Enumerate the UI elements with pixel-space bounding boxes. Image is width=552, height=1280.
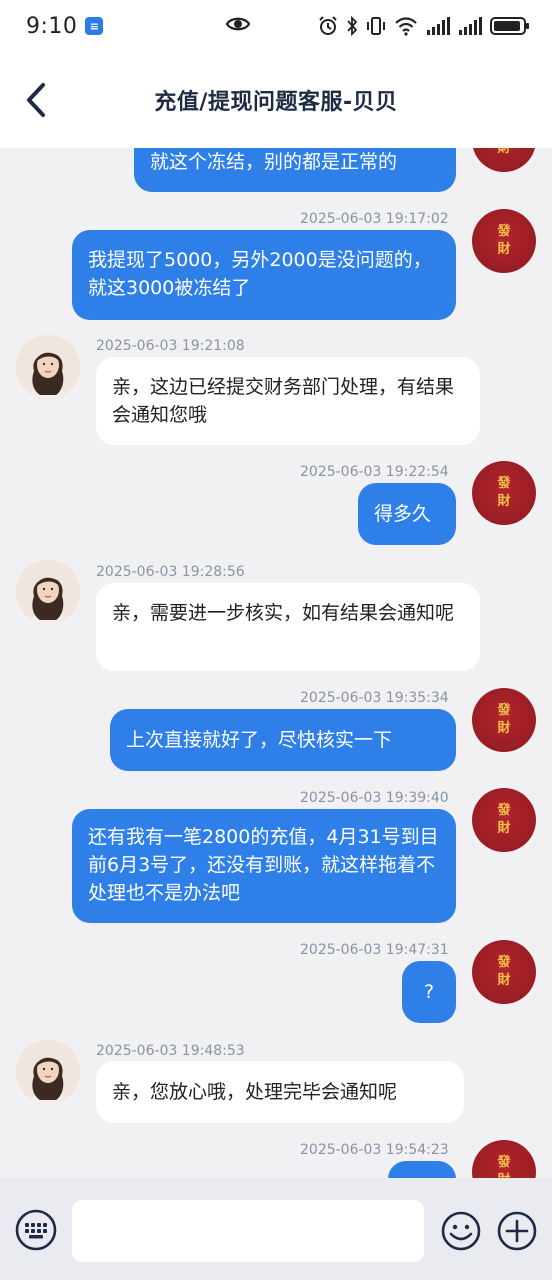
keyboard-icon [15,1209,57,1251]
user-avatar[interactable]: 發 財 [472,688,536,752]
alarm-icon [319,16,337,35]
more-options-button[interactable] [496,1210,538,1252]
chat-header: 充值/提现问题客服-贝贝 [0,52,552,148]
agent-portrait-image [16,560,80,624]
message-input-bar [0,1178,552,1280]
user-avatar[interactable]: 發 財 [472,209,536,273]
back-button[interactable] [16,80,56,120]
message-bubble-outgoing[interactable]: ? [402,961,456,1023]
signal-icon [427,17,450,35]
message-bubble-outgoing[interactable]: 就这个冻结，别的都是正常的 [134,148,456,192]
battery-icon [490,17,529,35]
message-timestamp: 2025-06-03 19:39:40 [300,790,449,806]
user-avatar[interactable]: 發 財 [472,940,536,1004]
bluetooth-icon [347,16,358,36]
eye-icon [225,17,251,31]
agent-avatar[interactable] [16,1040,80,1104]
message-timestamp: 2025-06-03 19:35:34 [300,690,449,706]
message-timestamp: 2025-06-03 19:47:31 [300,942,449,958]
vibrate-icon [367,17,385,35]
agent-portrait-image [16,335,80,399]
chat-title: 充值/提现问题客服-贝贝 [154,90,398,115]
agent-avatar[interactable] [16,560,80,624]
message-bubble-outgoing[interactable]: 上次直接就好了，尽快核实一下 [110,709,456,771]
status-icons [318,16,530,36]
message-bubble-incoming[interactable]: 亲，需要进一步核实，如有结果会通知呢 [96,583,480,671]
message-timestamp: 2025-06-03 19:54:23 [300,1142,449,1158]
message-timestamp: 2025-06-03 19:22:54 [300,464,449,480]
emoji-button[interactable] [440,1210,482,1252]
app-notification-icon: ≡ [85,17,104,35]
chat-message-list[interactable]: 就这个冻结，别的都是正常的 發 財 2025-06-03 19:17:02 我提… [0,148,552,1178]
user-avatar[interactable]: 發 財 [472,1140,536,1178]
message-input[interactable] [72,1200,424,1262]
user-avatar[interactable]: 發 財 [472,788,536,852]
status-bar: 9:10 ≡ [0,0,552,52]
message-timestamp: 2025-06-03 19:28:56 [96,564,245,580]
user-avatar[interactable]: 發 財 [472,461,536,525]
status-time: 9:10 [26,13,78,39]
agent-portrait-image [16,1040,80,1104]
message-timestamp: 2025-06-03 19:17:02 [300,211,449,227]
message-bubble-outgoing[interactable] [388,1161,456,1178]
chevron-left-icon [27,83,45,117]
message-timestamp: 2025-06-03 19:21:08 [96,338,245,354]
user-avatar[interactable]: 發 財 [472,148,536,172]
message-bubble-outgoing[interactable]: 得多久 [358,483,456,545]
message-bubble-outgoing[interactable]: 我提现了5000，另外2000是没问题的，就这3000被冻结了 [72,230,456,320]
agent-avatar[interactable] [16,335,80,399]
signal-icon [459,17,482,35]
message-bubble-incoming[interactable]: 亲，这边已经提交财务部门处理，有结果会通知您哦 [96,357,480,445]
message-bubble-incoming[interactable]: 亲，您放心哦，处理完毕会通知呢 [96,1061,464,1123]
plus-icon [497,1211,537,1251]
wifi-icon [395,17,417,36]
message-bubble-outgoing[interactable]: 还有我有一笔2800的充值，4月31号到目前6月3号了，还没有到账，就这样拖着不… [72,809,456,923]
message-timestamp: 2025-06-03 19:48:53 [96,1043,245,1059]
keyboard-toggle-button[interactable] [14,1208,58,1252]
emoji-icon [441,1211,481,1251]
